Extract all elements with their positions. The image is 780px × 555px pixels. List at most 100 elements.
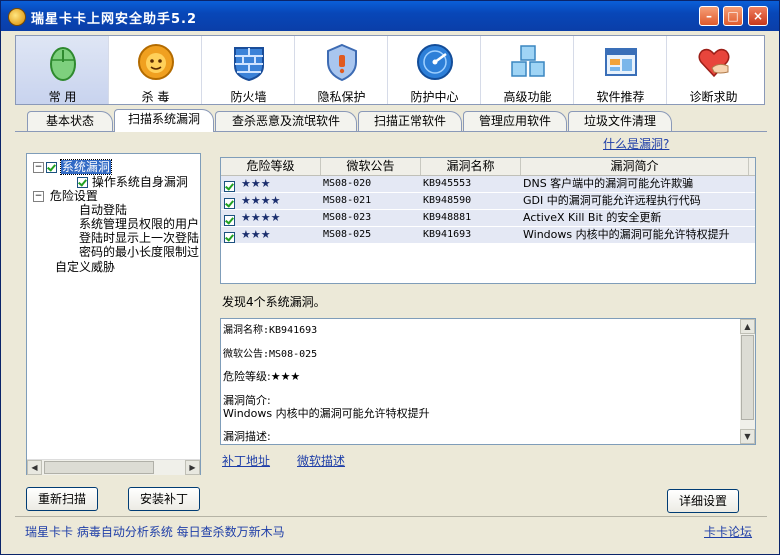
- found-summary: 发现4个系统漏洞。: [222, 295, 326, 309]
- mouse-icon: [50, 47, 76, 81]
- toolbar-item-diagnose-help[interactable]: 诊断求助: [667, 36, 760, 104]
- shield-icon: [327, 43, 357, 82]
- footer-slogan: 瑞星卡卡 病毒自动分析系统 每日查杀数万新木马: [25, 525, 285, 539]
- detail-level: 危险等级:★★★: [223, 370, 301, 383]
- lion-icon: [138, 44, 174, 80]
- detailed-settings-button[interactable]: 详细设置: [667, 489, 739, 513]
- toolbar-item-firewall[interactable]: 防火墙: [202, 36, 295, 104]
- patch-address-link[interactable]: 补丁地址: [222, 452, 270, 469]
- category-tree: − 系统漏洞 操作系统自身漏洞 − 危险设置 自动登陆 系统管理员权限的用户 登…: [26, 153, 201, 475]
- scroll-thumb[interactable]: [741, 335, 754, 420]
- bulletin-cell: MS08-025: [323, 229, 372, 240]
- minimize-icon: –: [706, 9, 712, 23]
- kb-cell: KB948590: [423, 195, 472, 206]
- toolbar-item-advanced[interactable]: 高级功能: [481, 36, 574, 104]
- toolbar-label: 隐私保护: [317, 90, 366, 104]
- description-cell: GDI 中的漏洞可能允许远程执行代码: [523, 194, 701, 207]
- bulletin-cell: MS08-020: [323, 178, 372, 189]
- scroll-thumb[interactable]: [44, 461, 154, 474]
- window-icon: [605, 48, 637, 76]
- table-row[interactable]: ★★★★ MS08-021 KB948590 GDI 中的漏洞可能允许远程执行代…: [221, 193, 755, 210]
- checkbox-checked-icon[interactable]: [224, 231, 235, 243]
- toolbar-label: 常 用: [48, 90, 77, 104]
- detail-name: 漏洞名称:KB941693: [223, 325, 318, 336]
- what-is-vulnerability-link[interactable]: 什么是漏洞?: [603, 135, 669, 152]
- detail-vertical-scrollbar[interactable]: ▲ ▼: [740, 319, 755, 444]
- close-button[interactable]: ×: [748, 6, 768, 26]
- maximize-button[interactable]: □: [723, 6, 743, 26]
- tree-node-custom-threats[interactable]: 自定义威胁: [55, 258, 115, 275]
- minimize-button[interactable]: –: [699, 6, 719, 26]
- window-title: 瑞星卡卡上网安全助手5.2: [31, 12, 198, 27]
- scroll-right-icon[interactable]: ▶: [185, 460, 200, 475]
- footer-divider: [15, 516, 767, 517]
- column-header[interactable]: 危险等级: [221, 158, 321, 175]
- cubes-icon: [511, 45, 545, 77]
- scroll-down-icon[interactable]: ▼: [740, 429, 755, 444]
- vulnerability-table: 危险等级 微软公告 漏洞名称 漏洞简介 ★★★ MS08-020 KB94555…: [220, 157, 756, 284]
- toolbar-item-protection-center[interactable]: 防护中心: [388, 36, 481, 104]
- radar-icon: [417, 44, 453, 80]
- description-cell: DNS 客户端中的漏洞可能允许欺骗: [523, 177, 694, 190]
- checkbox-checked-icon[interactable]: [46, 162, 57, 173]
- tab-basic-status[interactable]: 基本状态: [27, 111, 113, 131]
- table-row[interactable]: ★★★ MS08-025 KB941693 Windows 内核中的漏洞可能允许…: [221, 227, 755, 244]
- vulnerability-detail[interactable]: 漏洞名称:KB941693 微软公告:MS08-025 危险等级:★★★ 漏洞简…: [220, 318, 756, 445]
- description-cell: ActiveX Kill Bit 的安全更新: [523, 211, 662, 224]
- firewall-icon: [234, 47, 264, 82]
- toolbar-label: 诊断求助: [689, 90, 738, 104]
- toolbar-item-privacy[interactable]: 隐私保护: [295, 36, 388, 104]
- checkbox-checked-icon[interactable]: [224, 197, 235, 209]
- column-header[interactable]: 漏洞名称: [421, 158, 521, 175]
- risk-level-stars: ★★★★: [241, 194, 281, 207]
- detail-description-label: 漏洞描述:: [223, 430, 271, 443]
- rescan-button[interactable]: 重新扫描: [26, 487, 98, 511]
- title-bar[interactable]: 瑞星卡卡上网安全助手5.2 – □ ×: [1, 1, 779, 31]
- scroll-up-icon[interactable]: ▲: [740, 319, 755, 334]
- kb-cell: KB948881: [423, 212, 472, 223]
- close-icon: ×: [752, 9, 764, 23]
- toolbar-label: 杀 毒: [141, 90, 170, 104]
- tree-node-label: 操作系统自身漏洞: [91, 175, 188, 189]
- checkbox-checked-icon[interactable]: [224, 180, 235, 192]
- tab-scan-system-vulnerabilities[interactable]: 扫描系统漏洞: [114, 109, 214, 132]
- description-cell: Windows 内核中的漏洞可能允许特权提升: [523, 228, 730, 241]
- collapse-icon[interactable]: −: [33, 191, 44, 202]
- table-row[interactable]: ★★★★ MS08-023 KB948881 ActiveX Kill Bit …: [221, 210, 755, 227]
- tree-horizontal-scrollbar[interactable]: ◀ ▶: [27, 459, 200, 475]
- tab-scan-normal-software[interactable]: 扫描正常软件: [358, 111, 462, 131]
- tab-bar: 基本状态 扫描系统漏洞 查杀恶意及流氓软件 扫描正常软件 管理应用软件 垃圾文件…: [15, 109, 767, 132]
- app-logo-icon: [8, 8, 26, 26]
- app-window: 瑞星卡卡上网安全助手5.2 – □ × 常 用 杀 毒 防火墙 隐私保护 防护中…: [0, 0, 780, 555]
- tab-manage-applications[interactable]: 管理应用软件: [463, 111, 567, 131]
- scroll-left-icon[interactable]: ◀: [27, 460, 42, 475]
- toolbar-item-common[interactable]: 常 用: [16, 36, 109, 104]
- toolbar-label: 软件推荐: [596, 90, 645, 104]
- toolbar-item-antivirus[interactable]: 杀 毒: [109, 36, 202, 104]
- checkbox-checked-icon[interactable]: [224, 214, 235, 226]
- microsoft-description-link[interactable]: 微软描述: [297, 452, 345, 469]
- collapse-icon[interactable]: −: [33, 162, 44, 173]
- column-header[interactable]: 微软公告: [321, 158, 421, 175]
- tab-malware-removal[interactable]: 查杀恶意及流氓软件: [215, 111, 357, 131]
- kb-cell: KB945553: [423, 178, 472, 189]
- toolbar-label: 防护中心: [410, 90, 459, 104]
- table-header: 危险等级 微软公告 漏洞名称 漏洞简介: [221, 158, 755, 176]
- detail-intro-text: Windows 内核中的漏洞可能允许特权提升: [223, 407, 430, 420]
- risk-level-stars: ★★★: [241, 228, 271, 241]
- main-toolbar: 常 用 杀 毒 防火墙 隐私保护 防护中心 高级功能 软件推荐 诊断求助: [15, 35, 765, 105]
- install-patch-button[interactable]: 安装补丁: [128, 487, 200, 511]
- maximize-icon: □: [727, 9, 739, 23]
- heart-hand-icon: [698, 48, 730, 78]
- risk-level-stars: ★★★: [241, 177, 271, 190]
- risk-level-stars: ★★★★: [241, 211, 281, 224]
- tree-node-label: 系统漏洞: [59, 159, 112, 175]
- tab-junk-file-cleanup[interactable]: 垃圾文件清理: [568, 111, 672, 131]
- toolbar-item-software-recommend[interactable]: 软件推荐: [574, 36, 667, 104]
- column-header[interactable]: 漏洞简介: [521, 158, 749, 175]
- forum-link[interactable]: 卡卡论坛: [704, 523, 752, 540]
- detail-bulletin: 微软公告:MS08-025: [223, 349, 318, 360]
- table-row[interactable]: ★★★ MS08-020 KB945553 DNS 客户端中的漏洞可能允许欺骗: [221, 176, 755, 193]
- bulletin-cell: MS08-023: [323, 212, 372, 223]
- kb-cell: KB941693: [423, 229, 472, 240]
